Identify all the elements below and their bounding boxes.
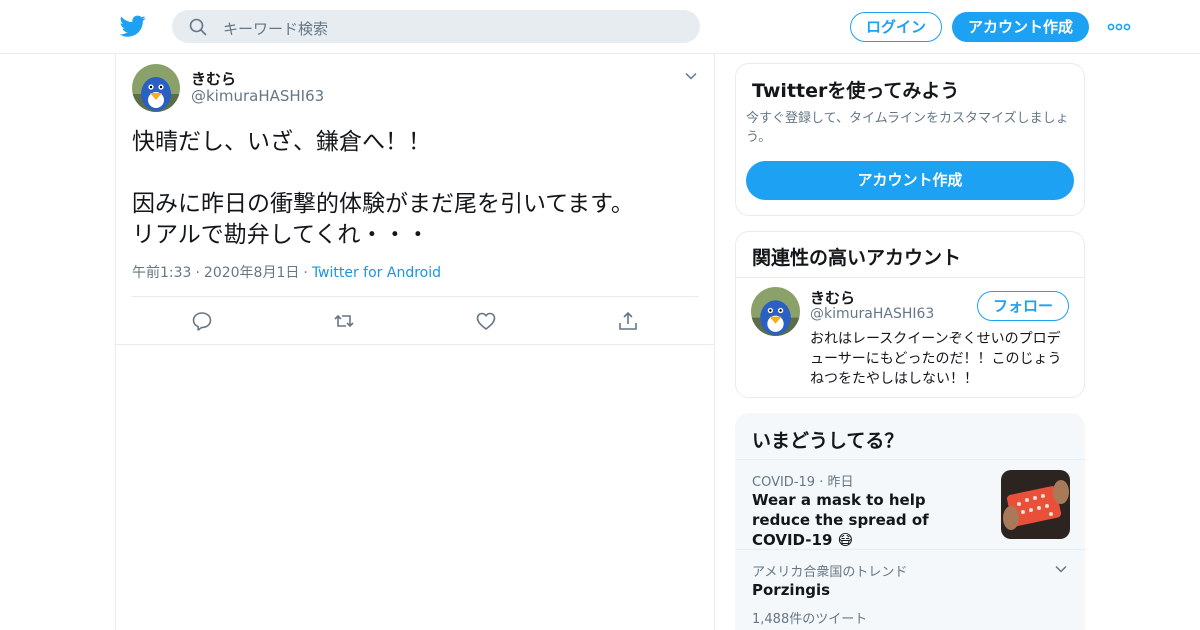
trend-name[interactable]: Porzingis — [752, 581, 830, 599]
search-input[interactable]: キーワード検索 — [223, 18, 328, 39]
twitter-bird-icon[interactable] — [120, 13, 146, 39]
tweet-line: 因みに昨日の衝撃的体験がまだ尾を引いてます。 — [132, 191, 634, 217]
tweet-date[interactable]: 2020年8月1日 — [204, 265, 299, 281]
search-box[interactable]: キーワード検索 — [172, 10, 700, 43]
trends-title: いまどうしてる？ — [752, 430, 904, 452]
related-account-handle[interactable]: @kimuraHASHI63 — [810, 306, 934, 322]
related-accounts-title: 関連性の高いアカウント — [752, 247, 962, 269]
tweet-metadata: 午前1:33 · 2020年8月1日 · Twitter for Android — [132, 262, 441, 282]
trend-location: アメリカ合衆国のトレンド — [752, 565, 908, 580]
trend-category: COVID-19 — [752, 475, 816, 490]
share-icon[interactable] — [617, 310, 639, 332]
tweet-actions — [116, 297, 714, 345]
chevron-down-icon[interactable] — [684, 69, 698, 83]
trend-meta: COVID-19 · 昨日 — [752, 471, 853, 490]
tweet-source-link[interactable]: Twitter for Android — [312, 265, 441, 281]
tweet-time[interactable]: 午前1:33 — [132, 265, 191, 281]
separator-dot: · — [195, 265, 200, 281]
related-accounts-card: 関連性の高いアカウント きむら @kimuraHASHI63 フォロー おれはレ… — [735, 231, 1085, 398]
chevron-down-icon[interactable] — [1054, 562, 1068, 576]
tweet-line: リアルで勘弁してくれ・・・ — [132, 222, 430, 248]
search-icon — [189, 18, 207, 36]
avatar[interactable] — [751, 287, 800, 336]
related-account-name[interactable]: きむら — [810, 287, 855, 308]
signup-card-description: 今すぐ登録して、タイムラインをカスタマイズしましょう。 — [746, 111, 1069, 145]
divider — [736, 459, 1086, 460]
divider — [736, 549, 1086, 550]
separator-dot: · — [303, 265, 308, 281]
avatar[interactable] — [132, 64, 180, 112]
more-dots-icon[interactable] — [1107, 22, 1131, 32]
trends-card: いまどうしてる？ COVID-19 · 昨日 Wear a mask to he… — [735, 413, 1086, 630]
signup-button[interactable]: アカウント作成 — [952, 12, 1089, 42]
reply-icon[interactable] — [191, 310, 213, 332]
trend-headline[interactable]: Wear a mask to help reduce the spread of… — [752, 490, 987, 550]
tweet-text: 快晴だし、いざ、鎌倉へ！！ 因みに昨日の衝撃的体験がまだ尾を引いてます。 リアル… — [132, 127, 692, 251]
trend-thumbnail[interactable] — [1001, 470, 1070, 539]
create-account-button[interactable]: アカウント作成 — [746, 161, 1074, 200]
trend-tweet-count: 1,488件のツイート — [752, 612, 868, 627]
divider — [736, 277, 1084, 278]
separator-dot: · — [815, 475, 828, 490]
signup-card: Twitterを使ってみよう 今すぐ登録して、タイムラインをカスタマイズしましょ… — [735, 63, 1085, 216]
follow-button[interactable]: フォロー — [977, 291, 1069, 321]
login-button[interactable]: ログイン — [850, 12, 942, 42]
tweet-column: きむら @kimuraHASHI63 快晴だし、いざ、鎌倉へ！！ 因みに昨日の衝… — [115, 54, 715, 630]
related-account-bio: おれはレースクイーンぞくせいのプロデューサーにもどったのだ！！このじょうねつをた… — [810, 331, 1062, 387]
like-icon[interactable] — [475, 310, 497, 332]
display-name[interactable]: きむら — [191, 68, 236, 89]
signup-card-title: Twitterを使ってみよう — [752, 80, 960, 102]
user-handle[interactable]: @kimuraHASHI63 — [191, 87, 324, 105]
tweet-line: 快晴だし、いざ、鎌倉へ！！ — [132, 129, 431, 155]
trend-time: 昨日 — [827, 475, 854, 490]
top-navigation-bar: キーワード検索 ログイン アカウント作成 — [0, 0, 1200, 54]
retweet-icon[interactable] — [333, 310, 355, 332]
